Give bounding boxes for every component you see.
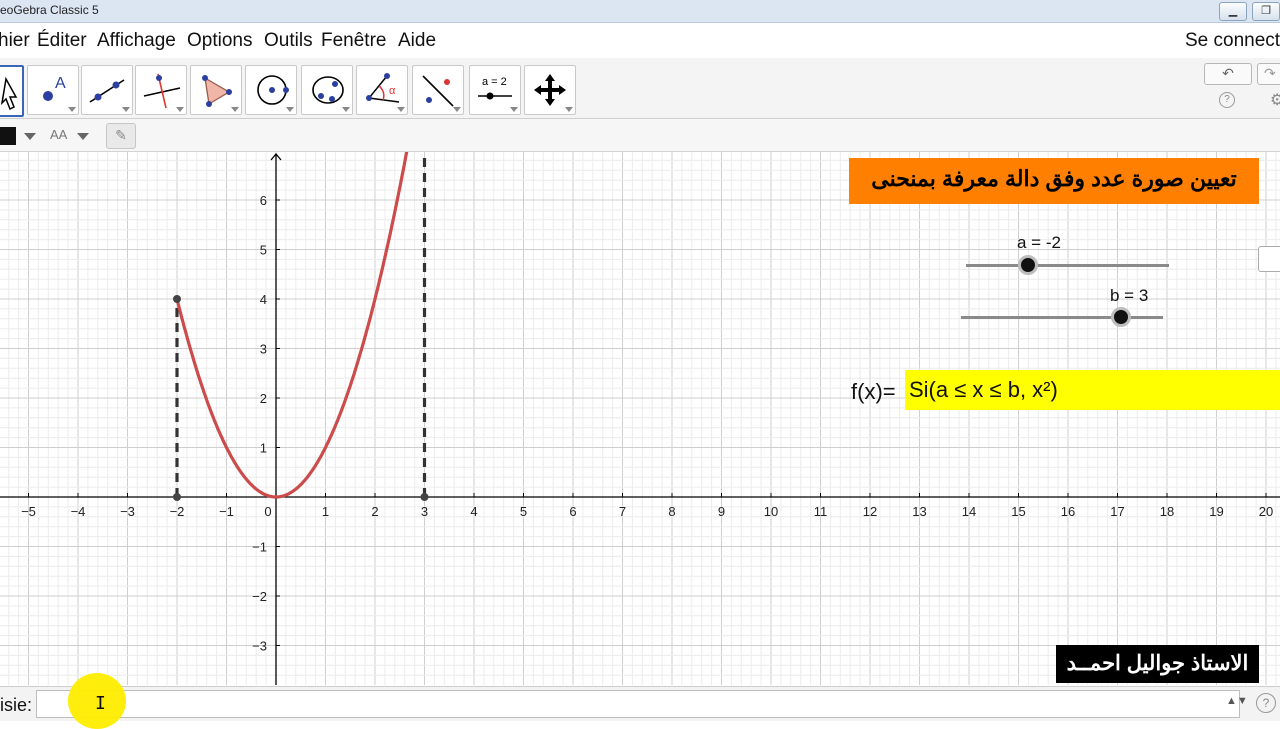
perpendicular-tool[interactable]	[135, 65, 187, 115]
reflect-tool[interactable]	[412, 65, 464, 115]
input-label: isie:	[0, 695, 33, 715]
toolbar: A α a = 2	[0, 58, 1280, 119]
conic-tool[interactable]	[301, 65, 353, 115]
endpoint-dot	[420, 493, 429, 501]
y-tick-label: −1	[252, 540, 267, 555]
menu-view[interactable]: Affichage	[97, 30, 176, 52]
x-tick-label: 9	[718, 504, 725, 519]
input-field[interactable]	[36, 690, 1240, 718]
move-tool[interactable]	[0, 65, 24, 117]
vertical-dashed-lines	[175, 152, 427, 497]
x-tick-label: 10	[764, 504, 778, 519]
menu-bar: hier Éditer Affichage Options Outils Fen…	[0, 26, 1280, 56]
slider-tool-label: a = 2	[482, 76, 507, 88]
x-tick-label: 20	[1259, 504, 1273, 519]
sign-in-link[interactable]: Se connect	[1185, 30, 1280, 52]
menu-edit[interactable]: Éditer	[37, 30, 87, 52]
slider-a-track[interactable]	[966, 264, 1169, 267]
x-tick-label: 4	[470, 504, 477, 519]
minimize-button[interactable]: ▁	[1219, 2, 1247, 21]
history-dropdown-icon[interactable]: ▲▼	[1226, 695, 1248, 707]
text-cursor-icon: I	[95, 693, 106, 714]
pin-icon[interactable]: ✎	[106, 123, 136, 149]
undo-button[interactable]: ↶	[1204, 63, 1252, 85]
style-bar: AA ✎	[0, 119, 1280, 152]
x-tick-label: 1	[322, 504, 329, 519]
gear-icon[interactable]: ⚙	[1270, 90, 1280, 110]
x-tick-label: 19	[1209, 504, 1223, 519]
y-tick-label: 2	[260, 391, 267, 406]
slider-a-knob[interactable]	[1018, 255, 1038, 275]
angle-tool[interactable]: α	[356, 65, 408, 115]
y-tick-label: −2	[252, 589, 267, 604]
slider-b-knob[interactable]	[1111, 307, 1131, 327]
x-tick-label: 17	[1110, 504, 1124, 519]
y-tick-label: 5	[260, 243, 267, 258]
x-tick-label: 16	[1061, 504, 1075, 519]
menu-file[interactable]: hier	[0, 30, 30, 52]
x-tick-label: 5	[520, 504, 527, 519]
x-tick-label: −1	[219, 504, 234, 519]
input-help-icon[interactable]: ?	[1256, 693, 1276, 713]
x-tick-label: −5	[21, 504, 36, 519]
move-view-tool[interactable]	[524, 65, 576, 115]
endpoint-dot	[173, 493, 181, 501]
checkbox-partial[interactable]	[1258, 246, 1280, 272]
point-tool[interactable]: A	[27, 65, 79, 115]
y-tick-label: 4	[260, 292, 267, 307]
svg-text:α: α	[389, 85, 396, 97]
slider-b-track[interactable]	[961, 316, 1163, 319]
chevron-down-icon[interactable]	[24, 133, 36, 140]
slider-tool[interactable]: a = 2	[469, 65, 521, 115]
x-tick-label: 15	[1011, 504, 1025, 519]
x-tick-label: 2	[371, 504, 378, 519]
redo-button[interactable]: ↷	[1257, 63, 1280, 85]
cursor-highlight: I	[68, 673, 126, 729]
formula-prefix: f(x)=	[851, 379, 896, 404]
x-tick-label: 0	[264, 504, 271, 519]
text-size-button[interactable]: AA	[50, 127, 67, 142]
line-tool[interactable]	[81, 65, 133, 115]
x-tick-label: 6	[569, 504, 576, 519]
x-tick-label: 14	[962, 504, 976, 519]
y-tick-label: 3	[260, 342, 267, 357]
title-banner: تعيين صورة عدد وفق دالة معرفة بمنحنى	[849, 158, 1259, 204]
polygon-tool[interactable]	[190, 65, 242, 115]
input-bar: isie: ▲▼ ?	[0, 686, 1280, 721]
x-tick-label: −3	[120, 504, 135, 519]
x-tick-label: 7	[619, 504, 626, 519]
x-tick-label: 3	[421, 504, 428, 519]
menu-options[interactable]: Options	[187, 30, 252, 52]
arrow-icon	[0, 76, 18, 111]
grid	[0, 152, 1280, 685]
x-tick-label: 8	[668, 504, 675, 519]
window-title: eoGebra Classic 5	[0, 3, 99, 17]
menu-window[interactable]: Fenêtre	[321, 30, 386, 52]
slider-a-label: a = -2	[1017, 233, 1061, 252]
x-tick-label: −2	[170, 504, 185, 519]
graphics-view[interactable]: −5 −4 −3 −2 −1 0 1 2 3 4 5 6 7 8 9 10 11 12 13 14 15 16 17 18 19…	[0, 152, 1280, 685]
color-swatch[interactable]	[0, 127, 16, 145]
menu-tools[interactable]: Outils	[264, 30, 313, 52]
formula-box[interactable]: Si(a ≤ x ≤ b, x²)	[905, 370, 1280, 410]
svg-text:A: A	[55, 75, 66, 92]
y-tick-label: 6	[260, 193, 267, 208]
x-tick-label: 13	[912, 504, 926, 519]
restore-button[interactable]: ❐	[1252, 2, 1280, 21]
menu-help[interactable]: Aide	[398, 30, 436, 52]
y-tick-label: 1	[260, 441, 267, 456]
slider-b-label: b = 3	[1110, 286, 1149, 305]
author-banner: الاستاذ جواليل احمــد	[1056, 645, 1259, 683]
circle-tool[interactable]	[245, 65, 297, 115]
title-bar: eoGebra Classic 5 ▁ ❐	[0, 0, 1280, 23]
endpoint-dot	[173, 295, 181, 303]
x-tick-label: 11	[814, 504, 828, 519]
help-icon[interactable]: ?	[1219, 92, 1235, 108]
function-curve[interactable]	[175, 152, 409, 499]
x-tick-label: 12	[863, 504, 877, 519]
x-tick-label: 18	[1160, 504, 1174, 519]
chevron-down-icon[interactable]	[77, 133, 89, 140]
x-tick-label: −4	[71, 504, 86, 519]
y-tick-label: −3	[252, 639, 267, 654]
